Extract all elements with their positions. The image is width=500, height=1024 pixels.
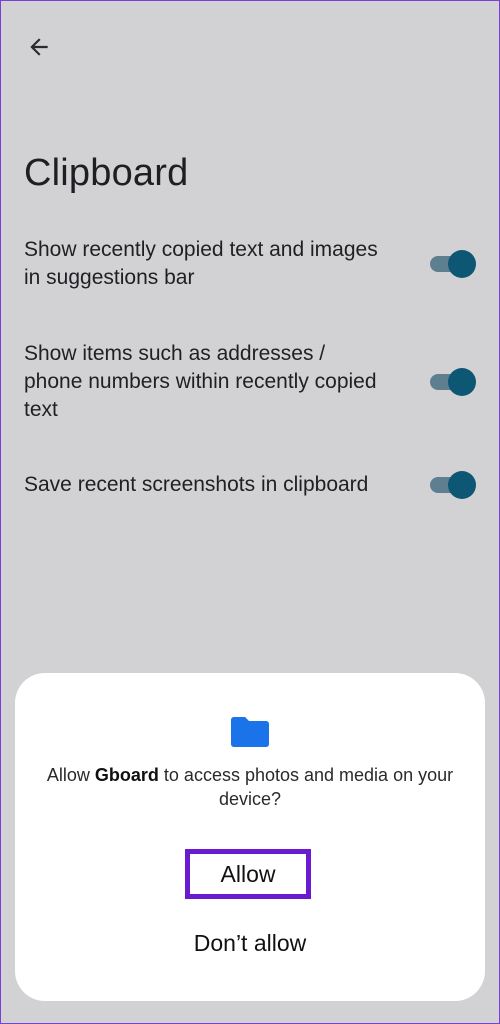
page-title: Clipboard — [24, 152, 189, 194]
setting-label: Show recently copied text and images in … — [24, 238, 378, 289]
app-name: Gboard — [94, 765, 159, 785]
prompt-prefix: Allow — [46, 765, 95, 785]
toggle-thumb — [448, 250, 476, 278]
permission-dialog: Allow Gboard to access photos and media … — [15, 673, 485, 1001]
toggle-thumb — [448, 368, 476, 396]
back-button[interactable] — [22, 30, 56, 64]
setting-suggestions-bar[interactable]: Show recently copied text and images in … — [24, 236, 476, 292]
permission-prompt: Allow Gboard to access photos and media … — [35, 763, 465, 811]
addresses-phone-numbers-toggle[interactable] — [430, 368, 476, 396]
save-screenshots-toggle[interactable] — [430, 471, 476, 499]
allow-button[interactable]: Allow — [185, 849, 311, 899]
folder-icon — [231, 717, 269, 747]
setting-save-screenshots[interactable]: Save recent screenshots in clipboard — [24, 471, 476, 499]
arrow-left-icon — [30, 38, 48, 56]
prompt-suffix: to access photos and media on your devic… — [158, 765, 454, 809]
dont-allow-button[interactable]: Don’t allow — [150, 925, 350, 961]
suggestions-bar-toggle[interactable] — [430, 250, 476, 278]
toggle-thumb — [448, 471, 476, 499]
setting-label: Show items such as addresses / phone num… — [24, 342, 377, 421]
setting-label: Save recent screenshots in clipboard — [24, 473, 369, 496]
setting-addresses-phone-numbers[interactable]: Show items such as addresses / phone num… — [24, 340, 476, 424]
